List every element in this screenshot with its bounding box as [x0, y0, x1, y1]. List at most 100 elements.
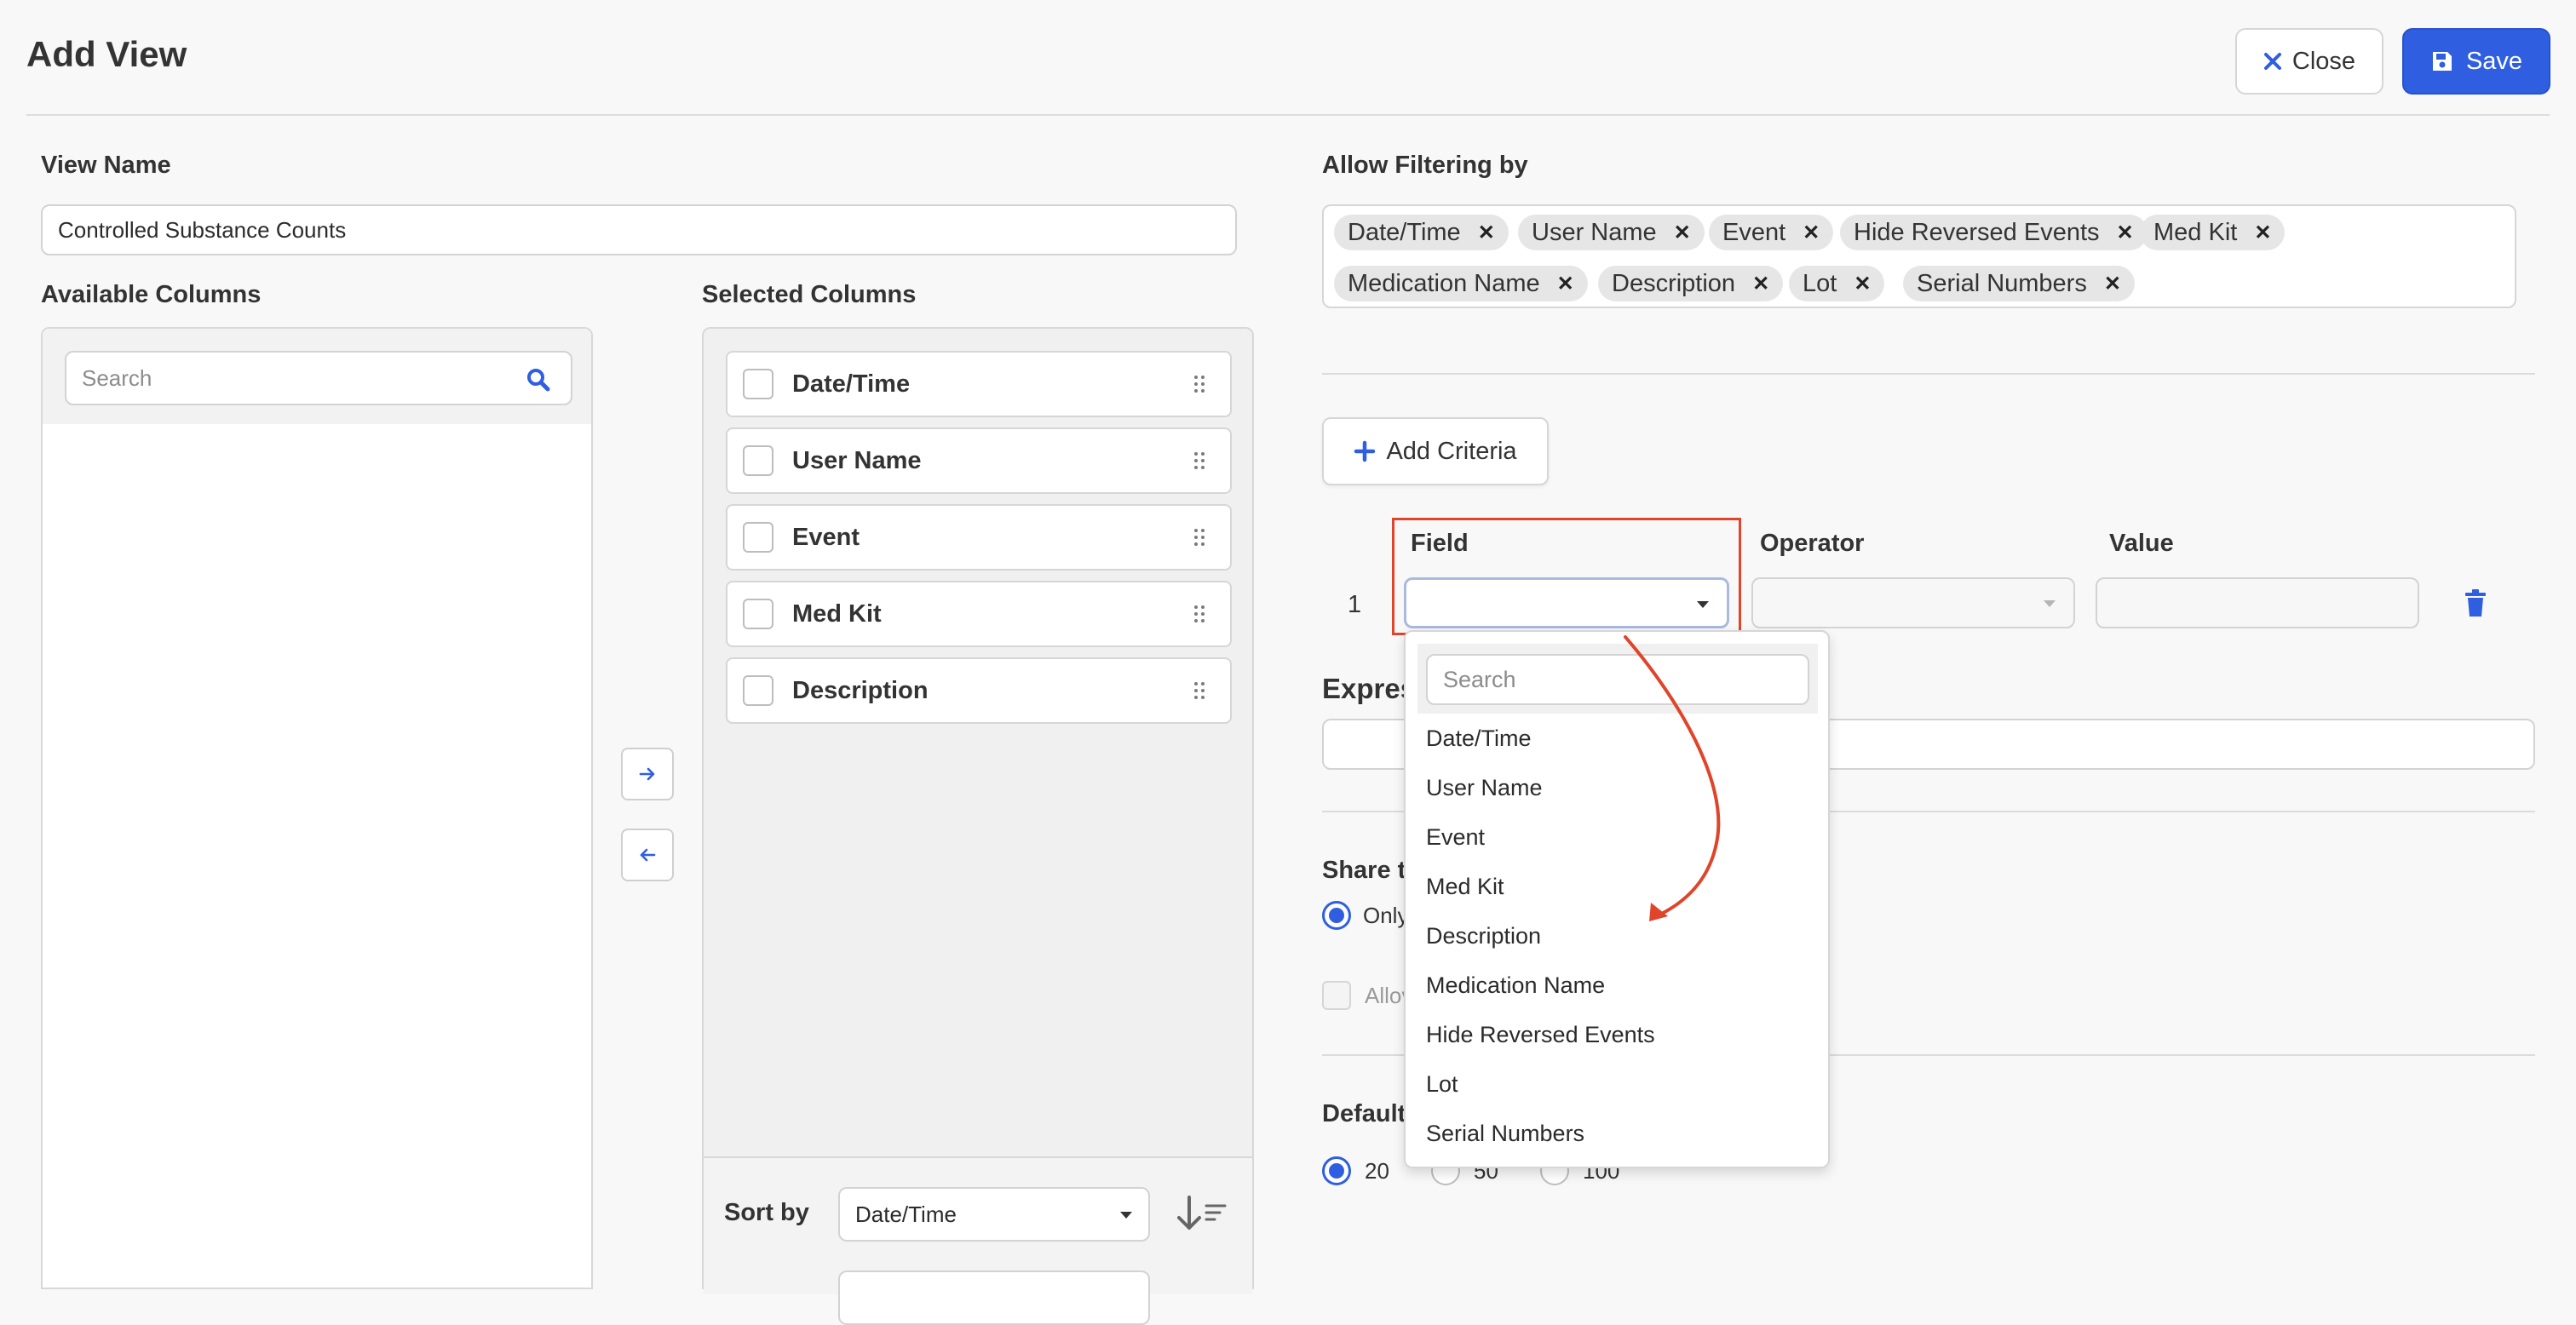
selected-column-item[interactable]: Description [726, 657, 1232, 724]
column-label: Med Kit [792, 599, 882, 628]
filter-chip: User Name ✕ [1518, 215, 1705, 250]
expression-label: Expres [1322, 673, 1417, 704]
remove-chip-icon[interactable]: ✕ [1674, 221, 1691, 245]
available-columns-search-input[interactable]: Search [65, 351, 572, 405]
annotation-arrow [1624, 635, 1721, 921]
arrow-right-icon [639, 767, 655, 781]
view-name-label: View Name [41, 152, 171, 179]
page-size-radio-20[interactable] [1322, 1156, 1351, 1185]
trash-icon[interactable] [2464, 589, 2487, 618]
sort-by-label: Sort by [724, 1199, 809, 1226]
dropdown-option[interactable]: Date/Time [1426, 726, 1532, 752]
filter-chip: Med Kit ✕ [2140, 215, 2286, 250]
value-input[interactable] [2096, 577, 2419, 628]
dropdown-search-placeholder: Search [1443, 666, 1516, 692]
filter-chip-label: User Name [1532, 218, 1657, 246]
drag-handle-icon[interactable] [1193, 604, 1206, 624]
drag-handle-icon[interactable] [1193, 527, 1206, 548]
filter-chip: Hide Reversed Events ✕ [1840, 215, 2148, 250]
remove-chip-icon[interactable]: ✕ [2254, 221, 2271, 245]
filter-chip-label: Med Kit [2153, 218, 2238, 246]
filter-chip: Lot ✕ [1789, 266, 1885, 301]
view-name-value: Controlled Substance Counts [58, 216, 347, 243]
allow-checkbox[interactable] [1322, 981, 1351, 1010]
remove-chip-icon[interactable]: ✕ [1557, 272, 1574, 296]
column-label: User Name [792, 446, 922, 474]
share-label: Share t [1322, 857, 1406, 884]
dropdown-option[interactable]: Hide Reversed Events [1426, 1022, 1655, 1048]
filter-chip: Date/Time ✕ [1334, 215, 1509, 250]
selected-column-item[interactable]: Date/Time [726, 351, 1232, 417]
filter-chip-label: Serial Numbers [1917, 269, 2087, 297]
remove-chip-icon[interactable]: ✕ [1803, 221, 1820, 245]
dropdown-option[interactable]: Lot [1426, 1071, 1458, 1098]
drag-handle-icon[interactable] [1193, 680, 1206, 701]
view-name-input[interactable]: Controlled Substance Counts [41, 204, 1237, 255]
dropdown-option[interactable]: Serial Numbers [1426, 1121, 1584, 1147]
remove-chip-icon[interactable]: ✕ [1478, 221, 1495, 245]
column-checkbox[interactable] [743, 522, 773, 553]
available-columns-search-placeholder: Search [82, 364, 152, 391]
caret-down-icon [2044, 600, 2056, 607]
available-columns-label: Available Columns [41, 281, 262, 308]
search-icon[interactable] [526, 368, 550, 392]
selected-columns-label: Selected Columns [702, 281, 917, 308]
selected-column-item[interactable]: User Name [726, 427, 1232, 494]
sort-by-select[interactable]: Date/Time [838, 1187, 1150, 1242]
move-right-button[interactable] [621, 748, 674, 800]
close-button-label: Close [2291, 47, 2356, 75]
header-divider [26, 114, 2550, 116]
plus-icon [1354, 440, 1376, 462]
column-checkbox[interactable] [743, 675, 773, 706]
sort-bar: Sort by Date/Time [704, 1156, 1252, 1325]
section-divider [1322, 373, 2535, 375]
selected-column-item[interactable]: Med Kit [726, 581, 1232, 647]
filter-chip: Medication Name ✕ [1334, 266, 1588, 301]
selected-columns-panel: Date/Time User Name Event Med Kit Descri… [702, 327, 1254, 1325]
filter-chip-label: Lot [1803, 269, 1837, 297]
save-button[interactable]: Save [2402, 28, 2550, 95]
add-criteria-label: Add Criteria [1386, 437, 1517, 465]
close-button[interactable]: Close [2235, 28, 2383, 95]
column-checkbox[interactable] [743, 369, 773, 399]
save-icon [2432, 52, 2452, 71]
filter-chip-label: Description [1612, 269, 1736, 297]
drag-handle-icon[interactable] [1193, 450, 1206, 471]
column-checkbox[interactable] [743, 599, 773, 629]
save-button-label: Save [2465, 47, 2523, 75]
sort-direction-icon[interactable] [1174, 1196, 1228, 1233]
dropdown-option[interactable]: Event [1426, 824, 1485, 851]
page-title: Add View [26, 34, 187, 74]
column-checkbox[interactable] [743, 445, 773, 476]
drag-handle-icon[interactable] [1193, 374, 1206, 394]
move-left-button[interactable] [621, 829, 674, 881]
selected-column-item[interactable]: Event [726, 504, 1232, 571]
dropdown-option[interactable]: Med Kit [1426, 874, 1504, 900]
filter-chip: Serial Numbers ✕ [1903, 266, 2135, 301]
filter-chip-box[interactable]: Date/Time ✕ User Name ✕ Event ✕ Hide Revers… [1322, 204, 2516, 308]
sort-by-value: Date/Time [855, 1201, 957, 1227]
page-size-label-20: 20 [1365, 1158, 1389, 1184]
add-criteria-button[interactable]: Add Criteria [1322, 417, 1549, 485]
allow-filtering-label: Allow Filtering by [1322, 152, 1528, 179]
filter-chip: Event ✕ [1709, 215, 1834, 250]
remove-chip-icon[interactable]: ✕ [2117, 221, 2134, 245]
dropdown-option[interactable]: User Name [1426, 775, 1543, 801]
operator-select[interactable] [1751, 577, 2075, 628]
filter-chip-label: Event [1722, 218, 1786, 246]
remove-chip-icon[interactable]: ✕ [1854, 272, 1871, 296]
dropdown-option[interactable]: Description [1426, 923, 1541, 949]
caret-down-icon [1120, 1212, 1132, 1219]
criteria-row-number: 1 [1348, 591, 1362, 618]
field-highlight-box [1392, 518, 1741, 635]
close-icon [2263, 53, 2281, 70]
value-header: Value [2109, 530, 2174, 557]
dropdown-option[interactable]: Medication Name [1426, 972, 1605, 999]
default-label: Default [1322, 1100, 1406, 1127]
share-only-label: Only [1363, 903, 1409, 928]
column-label: Event [792, 523, 860, 551]
remove-chip-icon[interactable]: ✕ [2104, 272, 2121, 296]
secondary-sort-select[interactable] [838, 1271, 1150, 1325]
share-only-radio[interactable] [1322, 901, 1351, 930]
remove-chip-icon[interactable]: ✕ [1752, 272, 1769, 296]
